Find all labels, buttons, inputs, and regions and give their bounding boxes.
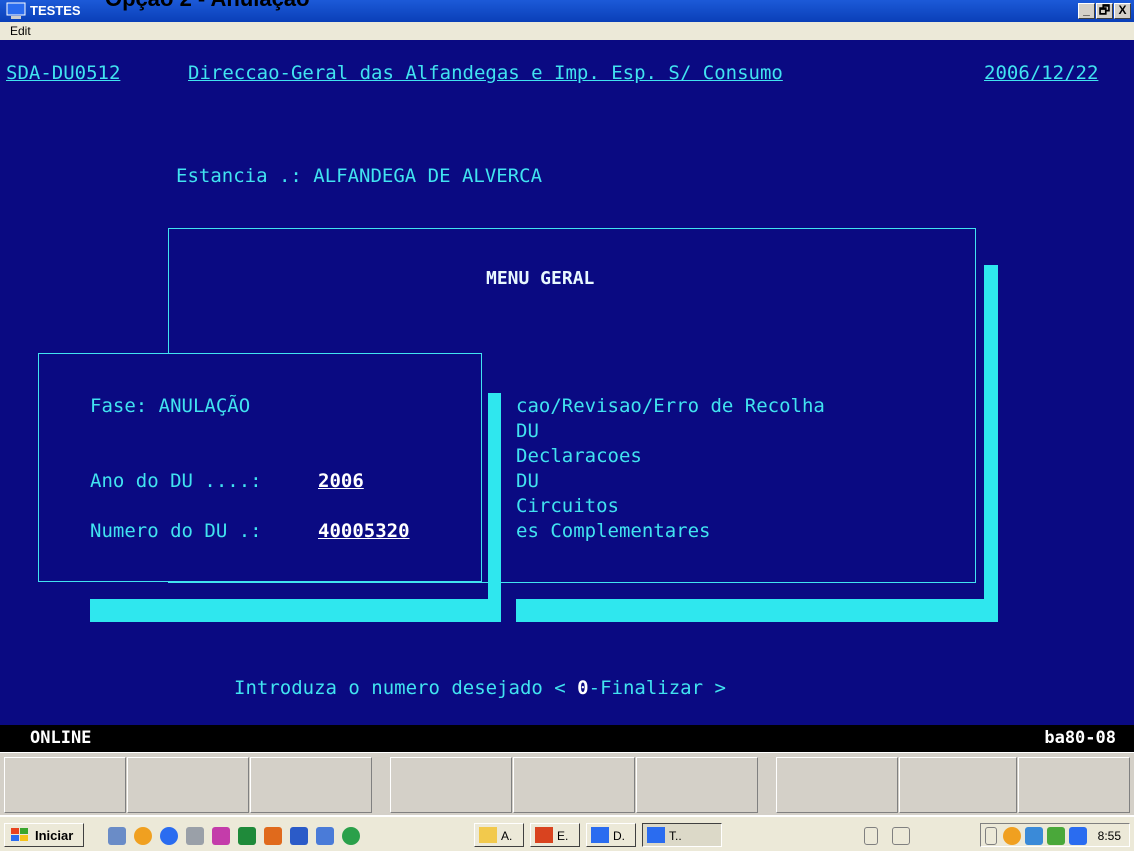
task-label-t: T..: [669, 829, 682, 843]
menu-item-6: es Complementares: [516, 520, 711, 542]
quicklaunch-media-icon[interactable]: [342, 827, 360, 845]
function-key-8[interactable]: [899, 757, 1017, 813]
start-button[interactable]: Iniciar: [4, 823, 84, 847]
tray-expand-icon[interactable]: [985, 827, 997, 845]
menu-title: MENU GERAL: [486, 268, 595, 289]
task-folder-a[interactable]: A.: [474, 823, 524, 847]
quicklaunch-ie-icon[interactable]: [160, 827, 178, 845]
menu-bar: Edit: [0, 22, 1134, 40]
numero-label: Numero do DU .:: [90, 520, 262, 542]
quicklaunch-explorer-icon[interactable]: [316, 827, 334, 845]
start-label: Iniciar: [35, 828, 74, 843]
popup-shadow-right: [488, 393, 501, 621]
tray-security-icon[interactable]: [1047, 827, 1065, 845]
maximize-button[interactable]: 🗗: [1096, 3, 1113, 19]
program-id: SDA-DU0512: [6, 62, 121, 84]
terminal-icon: [591, 827, 609, 843]
quicklaunch-notes-icon[interactable]: [108, 827, 126, 845]
function-key-bar: [0, 752, 1134, 815]
function-key-2[interactable]: [127, 757, 249, 813]
quicklaunch-access-icon[interactable]: [212, 827, 230, 845]
ano-input[interactable]: 2006: [318, 470, 364, 492]
popup-dialog: [38, 353, 482, 582]
taskbar-clock[interactable]: 8:55: [1098, 829, 1121, 843]
menu-edit[interactable]: Edit: [10, 24, 31, 38]
prompt-key: 0: [577, 677, 589, 699]
function-key-3[interactable]: [250, 757, 372, 813]
taskbar: Iniciar A. E. D. T.. 8:55: [0, 815, 1134, 851]
tray-connection-icon[interactable]: [1069, 827, 1087, 845]
window-title: TESTES: [30, 3, 81, 18]
numero-input[interactable]: 40005320: [318, 520, 410, 542]
task-app-e[interactable]: E.: [530, 823, 580, 847]
task-terminal-d[interactable]: D.: [586, 823, 636, 847]
windows-logo-icon: [11, 828, 28, 841]
command-prompt[interactable]: Introduza o numero desejado < 0-Finaliza…: [234, 677, 726, 699]
menu-item-2: DU: [516, 420, 539, 442]
taskbar-scroll-icon[interactable]: [864, 827, 878, 845]
function-key-4[interactable]: [390, 757, 512, 813]
toolbar-chevron-icon[interactable]: [920, 827, 932, 845]
terminal-screen[interactable]: SDA-DU0512 Direccao-Geral das Alfandegas…: [0, 40, 1134, 725]
function-key-9[interactable]: [1018, 757, 1130, 813]
terminal-icon: [647, 827, 665, 843]
menu-item-4: DU: [516, 470, 539, 492]
quicklaunch-word-icon[interactable]: [290, 827, 308, 845]
tray-clock-icon[interactable]: [1003, 827, 1021, 845]
function-key-7[interactable]: [776, 757, 898, 813]
quicklaunch-clock-icon[interactable]: [134, 827, 152, 845]
system-tray: 8:55: [980, 823, 1130, 847]
prompt-suffix: -Finalizar >: [588, 677, 726, 699]
quicklaunch-excel-icon[interactable]: [238, 827, 256, 845]
fase-label: Fase: ANULAÇÃO: [90, 395, 251, 417]
menu-item-5: Circuitos: [516, 495, 619, 517]
menu-box-shadow-bottom: [516, 599, 998, 622]
page-heading: Opção 2 - Anulação: [105, 0, 310, 12]
quicklaunch-network-icon[interactable]: [186, 827, 204, 845]
minimize-button[interactable]: _: [1078, 3, 1095, 19]
organization-name: Direccao-Geral das Alfandegas e Imp. Esp…: [188, 62, 783, 84]
task-label-e: E.: [557, 829, 569, 843]
estancia-line: Estancia .: ALFANDEGA DE ALVERCA: [176, 165, 543, 187]
task-terminal-t-active[interactable]: T..: [642, 823, 722, 847]
help-icon[interactable]: [892, 827, 910, 845]
function-key-1[interactable]: [4, 757, 126, 813]
prompt-prefix: Introduza o numero desejado <: [234, 677, 578, 699]
terminal-app-icon: [6, 2, 26, 19]
menu-item-1: cao/Revisao/Erro de Recolha: [516, 395, 825, 417]
status-line: ONLINE ba80-08: [0, 725, 1134, 752]
function-key-5[interactable]: [513, 757, 635, 813]
close-button[interactable]: X: [1114, 3, 1131, 19]
quicklaunch-outlook-icon[interactable]: [264, 827, 282, 845]
task-label-d: D.: [613, 829, 625, 843]
connection-status: ONLINE: [30, 728, 92, 748]
screen-date: 2006/12/22: [984, 62, 1099, 84]
ano-label: Ano do DU ....:: [90, 470, 262, 492]
app-icon: [535, 827, 553, 843]
menu-item-3: Declaracoes: [516, 445, 642, 467]
function-key-6[interactable]: [636, 757, 758, 813]
tray-network-icon[interactable]: [1025, 827, 1043, 845]
popup-shadow-bottom: [90, 599, 501, 622]
folder-icon: [479, 827, 497, 843]
task-label-a: A.: [501, 829, 513, 843]
session-id: ba80-08: [1044, 728, 1116, 748]
menu-box-shadow-right: [984, 265, 998, 622]
